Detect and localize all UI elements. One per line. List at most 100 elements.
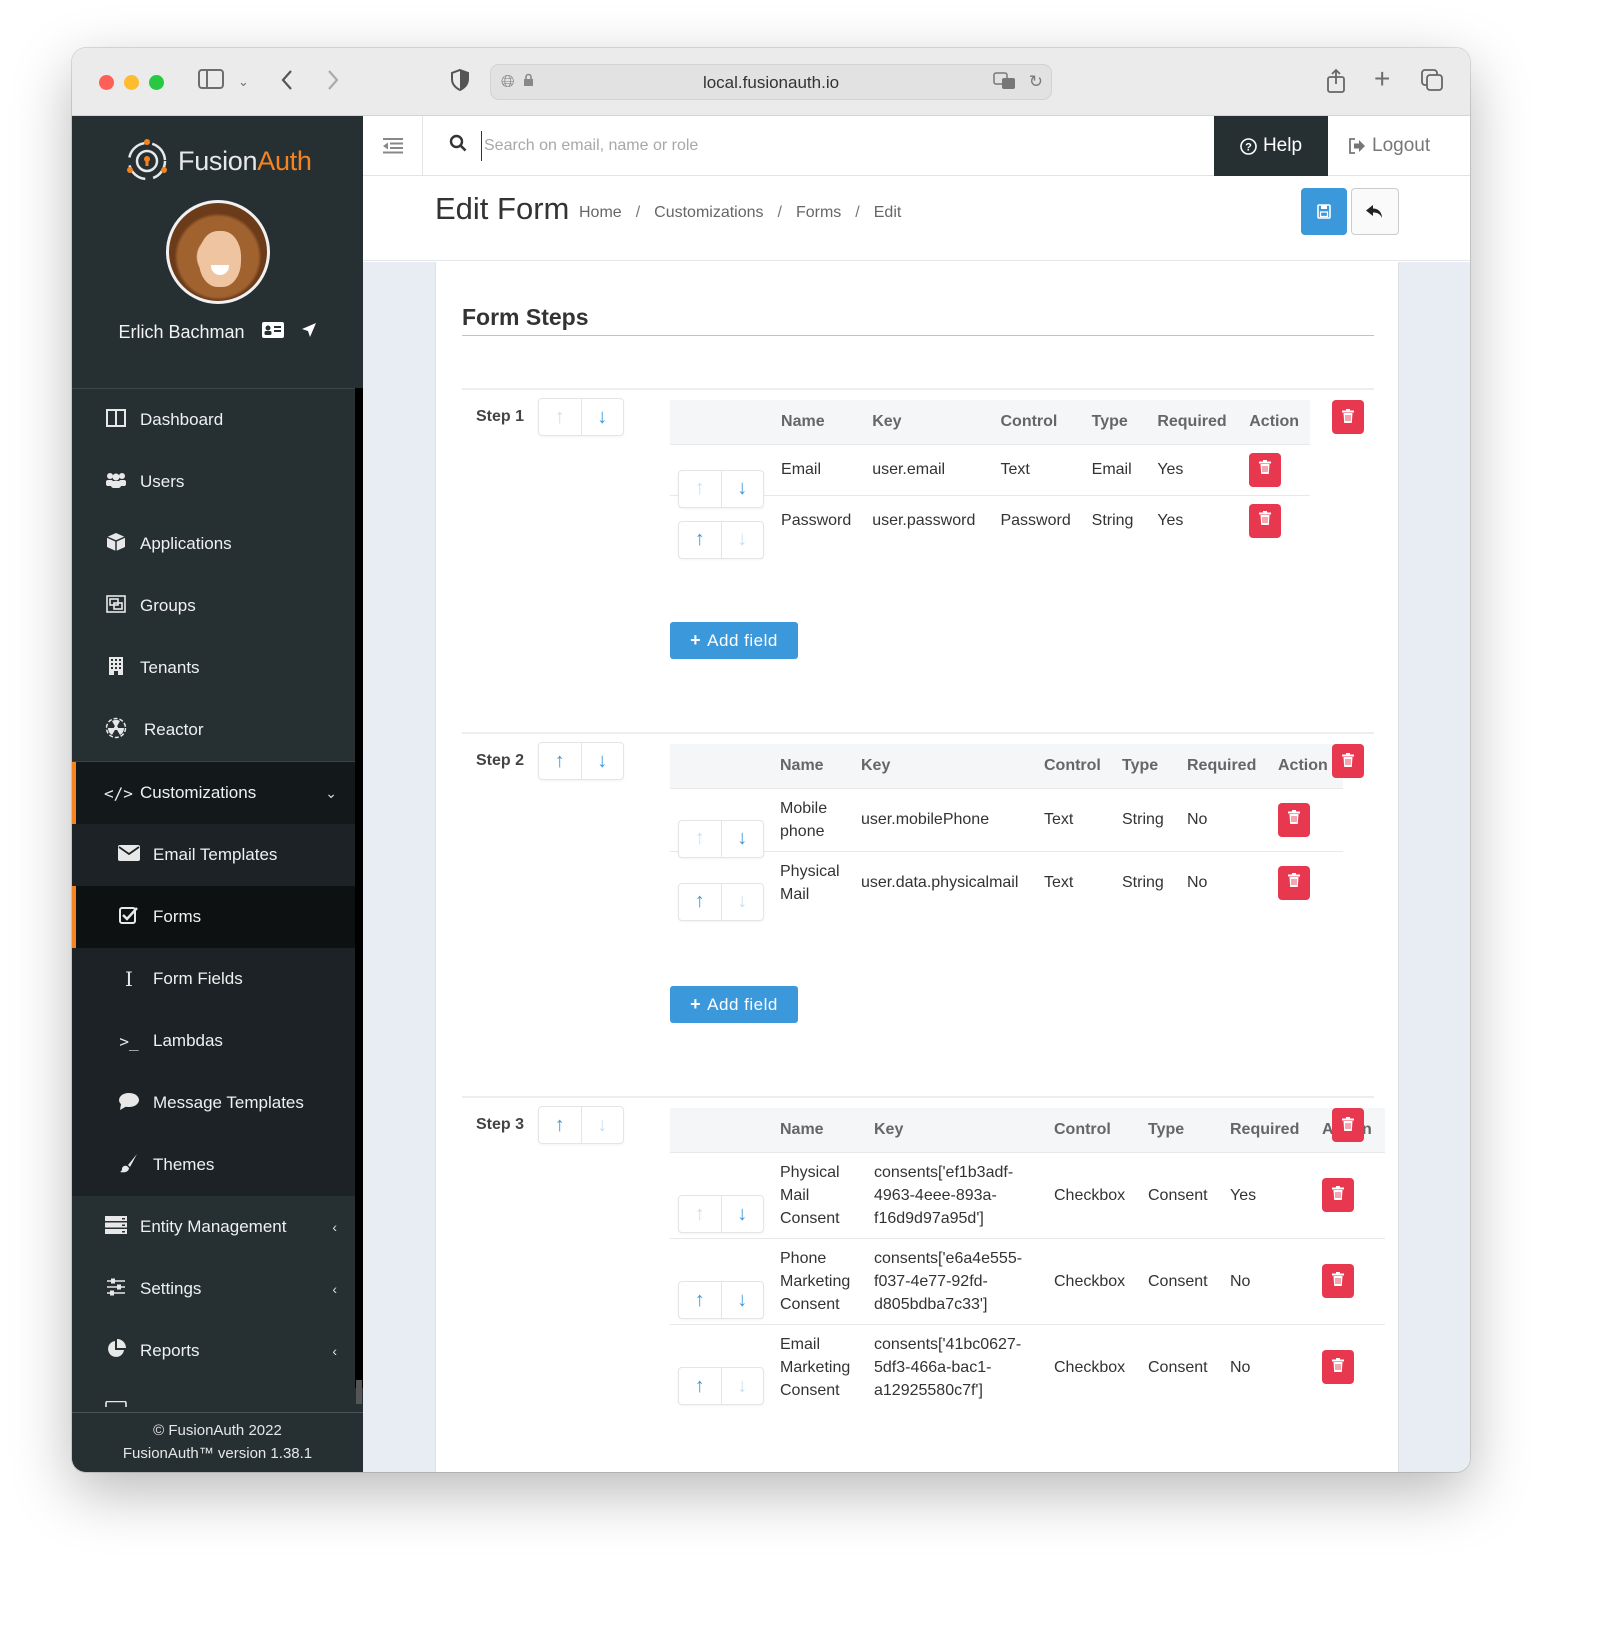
add-field-button[interactable]: + Add field xyxy=(670,986,798,1023)
delete-step-button[interactable] xyxy=(1332,400,1364,434)
delete-field-button[interactable] xyxy=(1249,452,1282,487)
sidebar-item-tenants[interactable]: Tenants xyxy=(72,637,355,699)
move-down-button[interactable]: ↓ xyxy=(580,1107,624,1143)
move-up-button[interactable]: ↑ xyxy=(679,821,721,857)
field-control: Checkbox xyxy=(1044,1323,1138,1410)
field-control: Text xyxy=(1034,787,1112,851)
sidebar-item-reports[interactable]: Reports ‹ xyxy=(72,1320,355,1382)
move-down-button[interactable]: ↓ xyxy=(580,399,624,435)
user-name[interactable]: Erlich Bachman xyxy=(118,322,244,342)
logout-button[interactable]: Logout xyxy=(1348,116,1458,176)
sidebar-item-message-templates[interactable]: Message Templates xyxy=(72,1072,355,1134)
new-tab-icon[interactable]: + xyxy=(1374,65,1390,93)
save-button[interactable] xyxy=(1301,188,1347,235)
move-down-button[interactable]: ↓ xyxy=(720,883,764,920)
move-up-button[interactable]: ↑ xyxy=(679,522,721,558)
sidebar-item-applications[interactable]: Applications xyxy=(72,513,355,575)
move-up-button[interactable]: ↑ xyxy=(539,399,581,435)
column-header: Type xyxy=(1148,1120,1185,1138)
breadcrumb-customizations[interactable]: Customizations xyxy=(654,204,763,222)
move-down-button[interactable]: ↓ xyxy=(720,1368,764,1404)
sidebar-item-dashboard[interactable]: Dashboard xyxy=(72,389,355,451)
step-reorder-buttons: ↑ ↓ xyxy=(538,1106,624,1144)
search-input[interactable] xyxy=(481,131,1181,161)
sidebar-item-entity-management[interactable]: Entity Management ‹ xyxy=(72,1196,355,1258)
column-header: Name xyxy=(780,1120,824,1138)
field-control: Checkbox xyxy=(1044,1151,1138,1238)
brand-name: FusionAuth xyxy=(178,145,312,176)
reload-icon[interactable]: ↻ xyxy=(1029,72,1043,92)
sidebar-item-themes[interactable]: Themes xyxy=(72,1134,355,1196)
delete-field-button[interactable] xyxy=(1322,1264,1354,1298)
delete-field-button[interactable] xyxy=(1278,802,1310,837)
close-window-button[interactable] xyxy=(99,75,114,90)
sidebar-item-users[interactable]: Users xyxy=(72,451,355,513)
field-name: Email Marketing Consent xyxy=(770,1323,864,1410)
move-up-button[interactable]: ↑ xyxy=(679,471,721,507)
floppy-disk-icon xyxy=(1317,204,1331,219)
table-header-row: NameKeyControlTypeRequiredAction xyxy=(670,744,1343,788)
move-down-button[interactable]: ↓ xyxy=(720,820,764,857)
sidebar-item-settings[interactable]: Settings ‹ xyxy=(72,1258,355,1320)
sidebar-item-customizations[interactable]: </> Customizations ⌄ xyxy=(72,762,355,824)
avatar[interactable] xyxy=(166,200,270,304)
delete-step-button[interactable] xyxy=(1332,1108,1364,1142)
move-up-button[interactable]: ↑ xyxy=(539,1107,581,1143)
forward-icon[interactable] xyxy=(326,68,340,99)
sidebar-item-groups[interactable]: Groups xyxy=(72,575,355,637)
sidebar-item-email-templates[interactable]: Email Templates xyxy=(72,824,355,886)
field-type: Consent xyxy=(1138,1323,1220,1410)
paintbrush-icon xyxy=(117,1153,141,1178)
help-button[interactable]: ? Help xyxy=(1214,116,1328,176)
share-icon[interactable] xyxy=(1326,68,1346,101)
shield-icon[interactable] xyxy=(450,68,470,99)
chevron-down-icon[interactable]: ⌄ xyxy=(238,68,249,96)
add-field-button[interactable]: + Add field xyxy=(670,622,798,659)
chevron-left-icon: ‹ xyxy=(332,1343,337,1359)
breadcrumb-forms[interactable]: Forms xyxy=(796,204,841,222)
fusionauth-logo[interactable]: FusionAuth xyxy=(124,136,312,186)
back-icon[interactable] xyxy=(280,68,294,99)
tabs-overview-icon[interactable] xyxy=(1420,68,1444,99)
translate-icon[interactable] xyxy=(993,72,1017,95)
sidebar-item-forms[interactable]: Forms xyxy=(72,886,355,948)
delete-field-button[interactable] xyxy=(1249,503,1282,538)
move-down-button[interactable]: ↓ xyxy=(580,743,624,779)
delete-field-button[interactable] xyxy=(1322,1350,1354,1384)
move-up-button[interactable]: ↑ xyxy=(679,1196,721,1232)
delete-field-button[interactable] xyxy=(1278,865,1310,900)
sidebar-scrollbar[interactable] xyxy=(355,388,363,1404)
back-button[interactable] xyxy=(1351,188,1399,235)
zoom-window-button[interactable] xyxy=(149,75,164,90)
address-bar[interactable]: 🌐︎ local.fusionauth.io ↻ xyxy=(490,64,1052,100)
column-header: Type xyxy=(1091,412,1128,430)
sidebar-toggle-icon[interactable] xyxy=(198,68,224,97)
sidebar-item-partial[interactable] xyxy=(72,1382,355,1412)
move-up-button[interactable]: ↑ xyxy=(679,884,721,920)
move-up-button[interactable]: ↑ xyxy=(679,1368,721,1404)
move-up-button[interactable]: ↑ xyxy=(539,743,581,779)
sidebar-item-form-fields[interactable]: I Form Fields xyxy=(72,948,355,1010)
breadcrumb-home[interactable]: Home xyxy=(579,204,622,222)
field-control: Password xyxy=(990,494,1082,546)
menu-toggle-button[interactable] xyxy=(363,116,423,176)
move-down-button[interactable]: ↓ xyxy=(720,1196,764,1232)
column-header: Name xyxy=(781,412,825,430)
column-header: Required xyxy=(1187,756,1257,774)
sidebar-item-label: Reactor xyxy=(144,720,204,739)
move-down-button[interactable]: ↓ xyxy=(720,470,764,507)
sidebar-item-lambdas[interactable]: >_ Lambdas xyxy=(72,1010,355,1072)
location-arrow-icon[interactable] xyxy=(301,322,317,343)
groups-icon xyxy=(104,594,128,619)
move-down-button[interactable]: ↓ xyxy=(720,521,764,558)
delete-step-button[interactable] xyxy=(1332,744,1364,778)
cube-icon xyxy=(104,532,128,557)
id-card-icon[interactable] xyxy=(261,322,284,343)
field-name: Password xyxy=(771,494,863,546)
move-up-button[interactable]: ↑ xyxy=(679,1282,721,1318)
field-type: Consent xyxy=(1138,1151,1220,1238)
delete-field-button[interactable] xyxy=(1322,1178,1354,1212)
sidebar-item-reactor[interactable]: Reactor xyxy=(72,699,355,761)
minimize-window-button[interactable] xyxy=(124,75,139,90)
move-down-button[interactable]: ↓ xyxy=(720,1282,764,1318)
